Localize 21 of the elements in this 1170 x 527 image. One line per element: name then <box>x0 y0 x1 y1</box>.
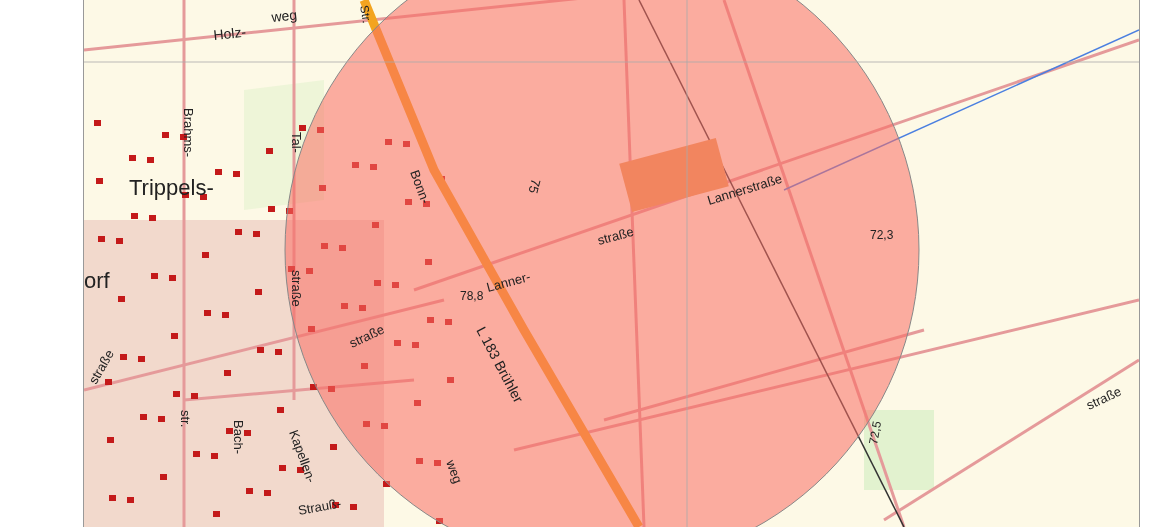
map-label: Lanner- <box>485 268 533 295</box>
map-label: Brahms- <box>181 108 197 158</box>
map-label: weg <box>443 457 466 486</box>
map-label: 75 <box>525 177 544 196</box>
map-label: Bach- <box>231 420 247 454</box>
map-label: straße <box>347 321 387 351</box>
map-label: Strauß- <box>297 495 343 518</box>
map-label: straße <box>596 223 636 248</box>
map-label: orf <box>84 268 110 293</box>
map-label: Str. <box>357 4 375 25</box>
map-label: 78,8 <box>460 289 484 303</box>
map-label: straße <box>1084 383 1124 413</box>
map-label: Tal- <box>289 132 305 153</box>
map-label: str. <box>178 410 194 428</box>
map-label: Holz- <box>212 23 248 43</box>
map-label: 72,3 <box>870 228 894 242</box>
map-label: Bonn- <box>407 167 434 206</box>
map-label: weg <box>270 6 299 25</box>
map-label: straße <box>289 270 305 307</box>
map-label: 72,5 <box>866 420 885 446</box>
map-label: Trippels- <box>129 175 215 200</box>
